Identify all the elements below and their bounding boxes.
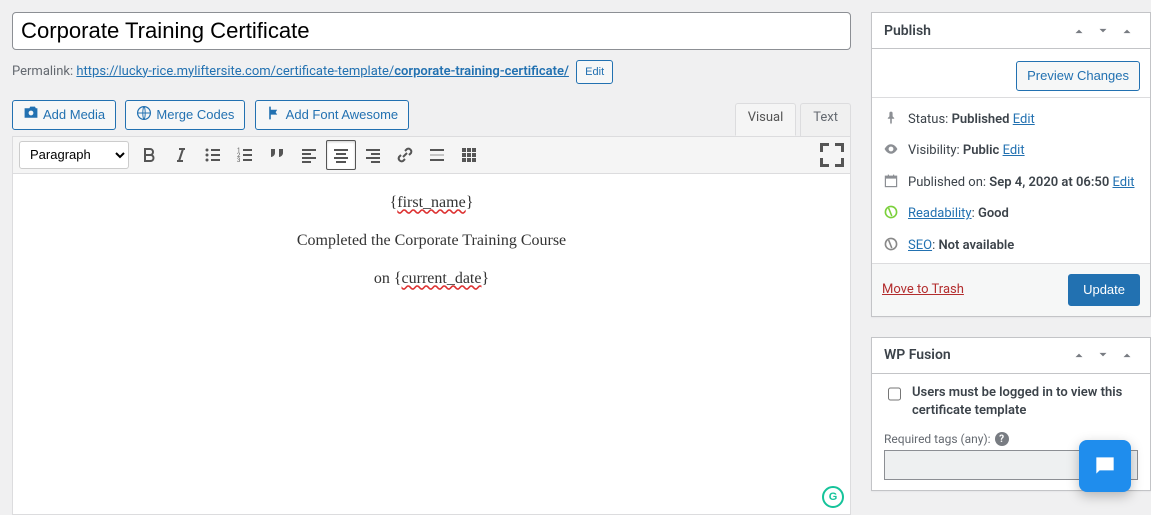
font-awesome-button[interactable]: Add Font Awesome xyxy=(255,100,410,130)
font-awesome-label: Add Font Awesome xyxy=(286,107,399,122)
edit-date-link[interactable]: Edit xyxy=(1112,175,1134,190)
add-media-button[interactable]: Add Media xyxy=(12,100,116,130)
panel-up-icon[interactable] xyxy=(1068,20,1090,42)
tab-text[interactable]: Text xyxy=(800,103,851,136)
chat-widget-button[interactable] xyxy=(1079,440,1131,492)
grammarly-icon[interactable]: G xyxy=(822,486,844,508)
editor-box: Paragraph 123 {first_name} Completed the… xyxy=(12,136,851,515)
post-title-input[interactable] xyxy=(12,12,851,50)
link-button[interactable] xyxy=(390,140,420,170)
help-icon[interactable]: ? xyxy=(995,432,1009,446)
preview-changes-button[interactable]: Preview Changes xyxy=(1016,61,1140,91)
panel-toggle-icon[interactable] xyxy=(1116,344,1138,366)
globe-icon xyxy=(136,105,152,124)
permalink-label: Permalink: xyxy=(12,64,73,79)
edit-status-link[interactable]: Edit xyxy=(1013,112,1035,127)
yoast-seo-icon xyxy=(882,236,900,252)
media-buttons: Add Media Merge Codes Add Font Awesome xyxy=(12,94,731,136)
content-line-3: on {current_date} xyxy=(23,270,840,288)
status-row: Status: Published Edit xyxy=(908,108,1035,131)
add-media-label: Add Media xyxy=(43,107,105,122)
merge-codes-button[interactable]: Merge Codes xyxy=(125,100,245,130)
content-line-1: {first_name} xyxy=(23,194,840,212)
panel-down-icon[interactable] xyxy=(1092,20,1114,42)
wpfusion-title: WP Fusion xyxy=(884,347,1066,363)
published-row: Published on: Sep 4, 2020 at 06:50 Edit xyxy=(908,171,1135,194)
content-line-2: Completed the Corporate Training Course xyxy=(23,232,840,250)
flag-icon xyxy=(266,105,282,124)
editor-tabs: Visual Text xyxy=(731,103,851,136)
edit-slug-button[interactable]: Edit xyxy=(576,60,613,84)
readability-row: Readability: Good xyxy=(908,202,1009,225)
align-center-button[interactable] xyxy=(326,140,356,170)
publish-box: Publish Preview Changes Status: Publishe… xyxy=(871,12,1151,317)
read-more-button[interactable] xyxy=(422,140,452,170)
toolbar-toggle-button[interactable] xyxy=(454,140,484,170)
permalink-link[interactable]: https://lucky-rice.myliftersite.com/cert… xyxy=(76,64,569,79)
tab-visual[interactable]: Visual xyxy=(735,103,797,136)
bold-button[interactable] xyxy=(134,140,164,170)
numbered-list-button[interactable]: 123 xyxy=(230,140,260,170)
eye-icon xyxy=(882,141,900,157)
italic-button[interactable] xyxy=(166,140,196,170)
edit-visibility-link[interactable]: Edit xyxy=(1003,143,1025,158)
update-button[interactable]: Update xyxy=(1068,274,1140,306)
move-to-trash-link[interactable]: Move to Trash xyxy=(882,282,1068,297)
align-right-button[interactable] xyxy=(358,140,388,170)
format-select[interactable]: Paragraph xyxy=(19,141,129,169)
permalink-row: Permalink: https://lucky-rice.myliftersi… xyxy=(12,50,851,94)
readability-link[interactable]: Readability xyxy=(908,206,972,221)
login-required-checkbox[interactable] xyxy=(888,386,901,402)
align-left-button[interactable] xyxy=(294,140,324,170)
panel-up-icon[interactable] xyxy=(1068,344,1090,366)
panel-down-icon[interactable] xyxy=(1092,344,1114,366)
svg-text:3: 3 xyxy=(237,157,240,164)
blockquote-button[interactable] xyxy=(262,140,292,170)
calendar-icon xyxy=(882,173,900,189)
camera-music-icon xyxy=(23,105,39,124)
bullet-list-button[interactable] xyxy=(198,140,228,170)
editor-content[interactable]: {first_name} Completed the Corporate Tra… xyxy=(13,174,850,514)
editor-toolbar: Paragraph 123 xyxy=(13,137,850,174)
pin-icon xyxy=(882,110,900,126)
merge-codes-label: Merge Codes xyxy=(156,107,234,122)
publish-title: Publish xyxy=(884,23,1066,39)
seo-link[interactable]: SEO xyxy=(908,238,932,253)
panel-toggle-icon[interactable] xyxy=(1116,20,1138,42)
login-required-label: Users must be logged in to view this cer… xyxy=(912,384,1138,420)
seo-row: SEO: Not available xyxy=(908,234,1014,257)
distraction-free-button[interactable] xyxy=(817,140,847,170)
visibility-row: Visibility: Public Edit xyxy=(908,139,1025,162)
yoast-readability-icon xyxy=(882,204,900,220)
